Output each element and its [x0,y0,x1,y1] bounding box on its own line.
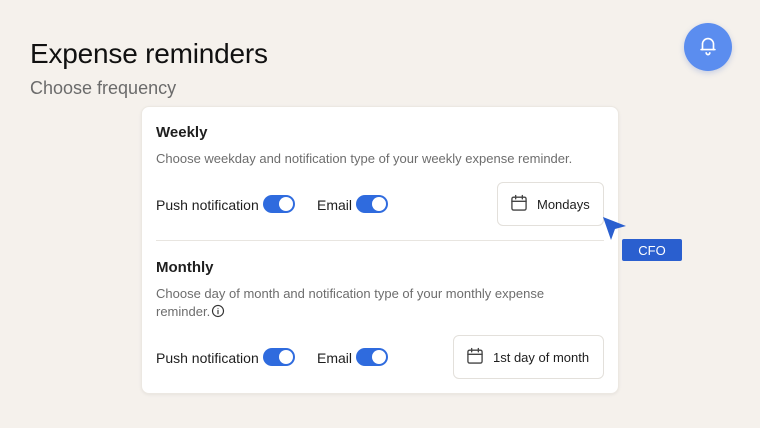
notifications-button[interactable] [684,23,732,71]
monthly-day-value: 1st day of month [493,349,590,365]
toggle-knob [279,350,293,364]
toggle-knob [372,197,386,211]
monthly-description: Choose day of month and notification typ… [156,285,556,323]
calendar-icon [465,346,485,369]
section-divider [156,240,604,241]
weekly-push-label: Push notification [156,197,259,213]
weekly-push-toggle[interactable] [263,195,295,213]
calendar-icon [509,193,529,216]
page-subtitle: Choose frequency [30,78,177,98]
info-icon[interactable] [211,304,225,323]
weekly-day-picker[interactable]: Mondays [497,182,604,226]
cursor-user-tag: CFO [622,239,682,261]
monthly-title: Monthly [156,259,214,276]
weekly-day-value: Mondays [537,196,590,212]
weekly-title: Weekly [156,124,208,141]
monthly-push-label: Push notification [156,350,259,366]
monthly-email-toggle[interactable] [356,348,388,366]
page-title: Expense reminders [30,38,268,69]
weekly-email-label: Email [317,197,353,213]
monthly-push-toggle[interactable] [263,348,295,366]
monthly-email-label: Email [317,350,353,366]
monthly-day-picker[interactable]: 1st day of month [453,335,604,379]
weekly-description: Choose weekday and notification type of … [156,151,573,166]
bell-icon [697,34,719,61]
reminders-card: Weekly Choose weekday and notification t… [141,106,619,394]
toggle-knob [279,197,293,211]
toggle-knob [372,350,386,364]
weekly-email-toggle[interactable] [356,195,388,213]
